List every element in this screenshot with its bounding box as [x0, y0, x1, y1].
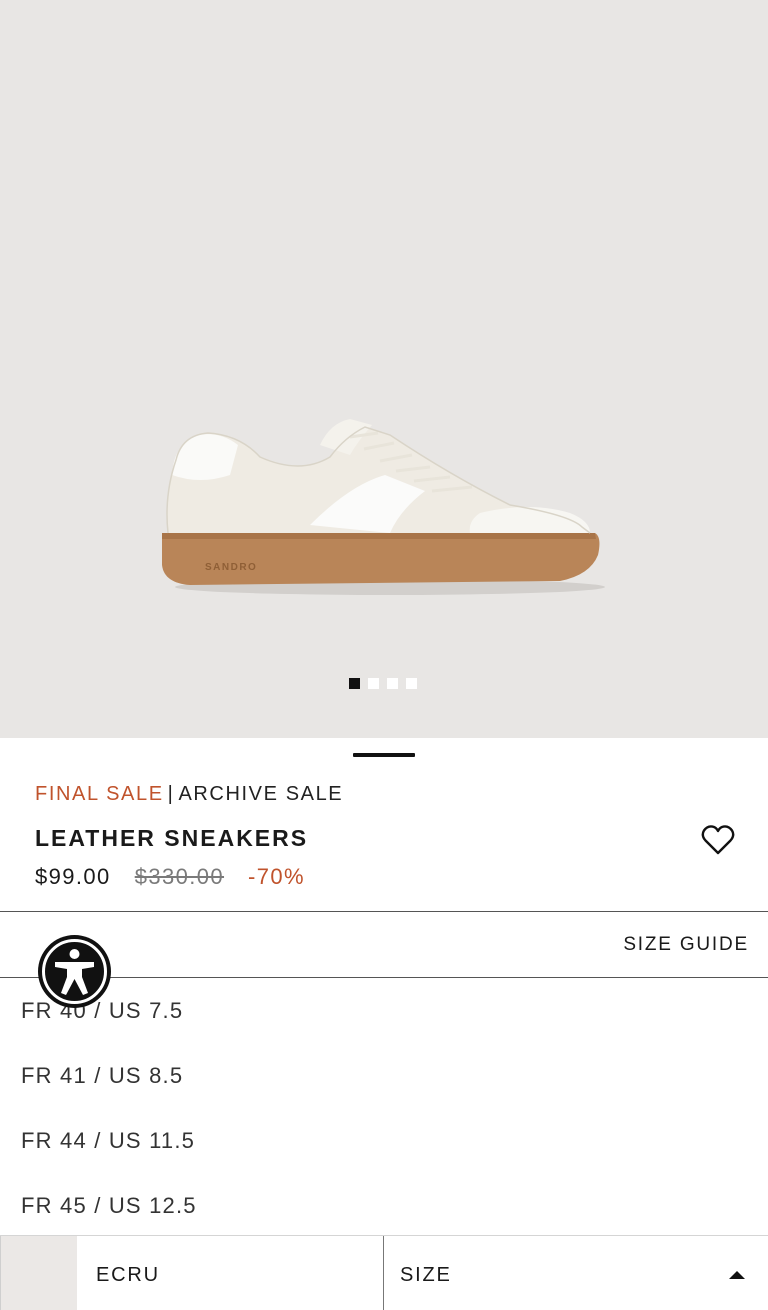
color-name: ECRU — [96, 1264, 160, 1286]
gallery-dot[interactable] — [406, 678, 417, 689]
sheet-drag-handle[interactable] — [353, 753, 415, 757]
caret-up-icon — [729, 1271, 745, 1279]
sale-tags: FINAL SALE | ARCHIVE SALE — [35, 783, 343, 806]
size-option[interactable]: FR 45 / US 12.5 — [0, 1173, 768, 1238]
sole-brand-text: SANDRO — [205, 562, 257, 573]
gallery-dot[interactable] — [368, 678, 379, 689]
product-title: LEATHER SNEAKERS — [35, 825, 309, 851]
heart-outline-icon — [701, 825, 735, 855]
size-options-list: FR 40 / US 7.5 FR 41 / US 8.5 FR 44 / US… — [0, 978, 768, 1238]
size-select-label: SIZE — [400, 1264, 452, 1286]
size-option[interactable]: FR 44 / US 11.5 — [0, 1108, 768, 1173]
bottom-action-bar: ECRU SIZE — [0, 1235, 768, 1310]
product-image: SANDRO — [162, 419, 605, 595]
accessibility-button[interactable] — [38, 935, 111, 1008]
accessibility-icon — [42, 939, 107, 1004]
sale-separator: | — [167, 783, 175, 805]
current-price: $99.00 — [35, 864, 111, 889]
price-block: $99.00 $330.00 -70% — [35, 864, 305, 890]
gallery-pagination — [349, 678, 417, 689]
size-option[interactable]: FR 41 / US 8.5 — [0, 1043, 768, 1108]
size-option[interactable]: FR 40 / US 7.5 — [0, 978, 768, 1043]
original-price: $330.00 — [134, 864, 225, 889]
gallery-dot[interactable] — [349, 678, 360, 689]
archive-sale-tag: ARCHIVE SALE — [178, 783, 344, 805]
divider — [0, 911, 768, 912]
size-select[interactable]: SIZE — [384, 1236, 768, 1310]
size-guide-link[interactable]: SIZE GUIDE — [623, 934, 749, 956]
final-sale-tag: FINAL SALE — [35, 783, 164, 805]
color-swatch[interactable] — [0, 1236, 77, 1310]
wishlist-button[interactable] — [700, 822, 736, 858]
gallery-dot[interactable] — [387, 678, 398, 689]
discount-badge: -70% — [248, 864, 305, 889]
product-image-gallery[interactable]: SANDRO — [0, 0, 768, 738]
